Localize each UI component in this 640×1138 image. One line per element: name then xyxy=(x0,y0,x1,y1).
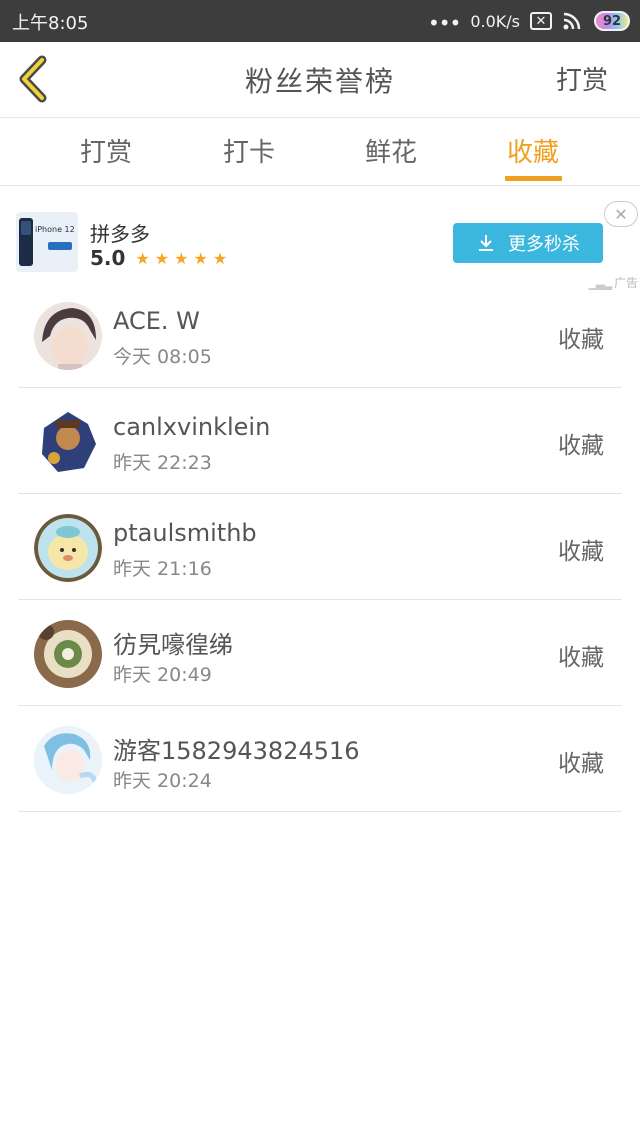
fan-time: 昨天 21:16 xyxy=(113,558,212,580)
download-icon xyxy=(479,235,493,251)
fan-time: 昨天 20:24 xyxy=(113,770,212,792)
list-item[interactable]: ACE. W 今天 08:05 收藏 xyxy=(18,282,622,388)
fan-action: 收藏 xyxy=(558,751,604,777)
star-rating-icon: ★★★★★ xyxy=(135,248,233,268)
no-sim-icon: ✕ xyxy=(530,12,552,30)
ad-banner[interactable]: iPhone 12 拼多多 5.0 ★★★★★ 更多秒杀 ✕ ▁▃▂ 广告 xyxy=(0,186,640,296)
list-item[interactable]: canlxvinklein 昨天 22:23 收藏 xyxy=(18,388,622,494)
list-item[interactable]: 彷旯嚎徨绨 昨天 20:49 收藏 xyxy=(18,600,622,706)
tab-bar: 打赏 打卡 鲜花 收藏 xyxy=(0,118,640,186)
avatar xyxy=(34,726,102,794)
page-title: 粉丝荣誉榜 xyxy=(244,65,395,98)
ad-rating: 5.0 ★★★★★ xyxy=(90,246,232,270)
fan-time: 昨天 20:49 xyxy=(113,664,212,686)
battery-icon: 92 xyxy=(594,11,630,31)
ad-thumb-label: iPhone 12 xyxy=(35,225,75,234)
tab-favorites[interactable]: 收藏 xyxy=(473,132,593,169)
signal-dots-icon: ••• xyxy=(427,11,461,35)
fan-time: 今天 08:05 xyxy=(113,346,212,368)
network-speed: 0.0K/s xyxy=(470,11,520,31)
fan-name: ACE. W xyxy=(113,307,200,335)
title-bar: 粉丝荣誉榜 打赏 xyxy=(0,42,640,118)
tab-reward[interactable]: 打赏 xyxy=(46,132,166,169)
list-item[interactable]: 游客1582943824516 昨天 20:24 收藏 xyxy=(18,706,622,812)
ad-download-button[interactable]: 更多秒杀 xyxy=(453,223,603,263)
fan-action: 收藏 xyxy=(558,539,604,565)
ad-app-name: 拼多多 xyxy=(90,222,150,246)
tab-checkin[interactable]: 打卡 xyxy=(189,132,309,169)
tab-flowers[interactable]: 鲜花 xyxy=(331,132,451,169)
fan-name: canlxvinklein xyxy=(113,413,271,441)
fan-list: ACE. W 今天 08:05 收藏 canlxvinklein 昨天 22:2… xyxy=(18,282,622,812)
fan-action: 收藏 xyxy=(558,433,604,459)
ad-close-button[interactable]: ✕ xyxy=(604,201,638,227)
avatar xyxy=(34,408,102,476)
fan-time: 昨天 22:23 xyxy=(113,452,212,474)
avatar xyxy=(34,514,102,582)
avatar xyxy=(34,620,102,688)
fan-action: 收藏 xyxy=(558,327,604,353)
fan-name: 游客1582943824516 xyxy=(113,737,360,765)
fan-name: 彷旯嚎徨绨 xyxy=(113,631,233,659)
wifi-icon xyxy=(563,12,581,30)
ad-button-label: 更多秒杀 xyxy=(508,234,580,255)
reward-button[interactable]: 打赏 xyxy=(556,60,608,97)
avatar xyxy=(34,302,102,370)
status-bar: 上午8:05 ••• 0.0K/s ✕ 92 xyxy=(0,0,640,42)
ad-app-thumbnail: iPhone 12 xyxy=(16,212,78,272)
list-item[interactable]: ptaulsmithb 昨天 21:16 收藏 xyxy=(18,494,622,600)
status-time: 上午8:05 xyxy=(12,13,89,34)
fan-name: ptaulsmithb xyxy=(113,519,257,547)
fan-action: 收藏 xyxy=(558,645,604,671)
status-indicators: ••• 0.0K/s ✕ 92 xyxy=(428,7,630,35)
active-tab-indicator xyxy=(505,176,562,181)
ad-rating-value: 5.0 xyxy=(90,246,126,270)
